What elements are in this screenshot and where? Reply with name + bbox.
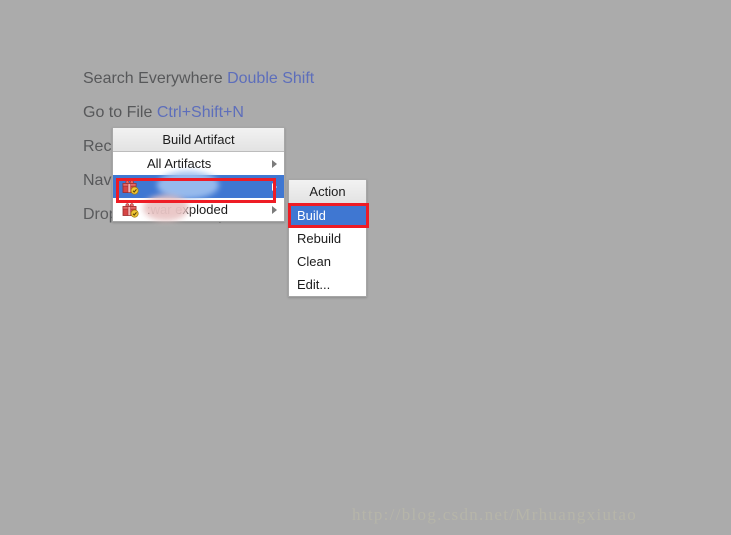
hint-label: Go to File [83,104,153,121]
menu-item-war-exploded[interactable]: :war exploded [113,195,284,221]
menu-item-clean[interactable]: Clean [289,250,366,273]
menu-item-label: Clean [297,254,331,269]
artifact-package-icon [122,178,139,195]
menu-item-rebuild[interactable]: Rebuild [289,227,366,250]
menu-item-label: Edit... [297,277,331,292]
hint-go-to-file: Go to File Ctrl+Shift+N [83,96,503,130]
build-artifact-popup: Build Artifact All Artifacts exploded [112,127,285,222]
menu-item-edit[interactable]: Edit... [289,273,366,296]
action-popup: Action Build Rebuild Clean Edit... [288,179,367,297]
watermark-text: http://blog.csdn.net/Mrhuangxiutao [352,505,638,524]
menu-item-build[interactable]: Build [289,204,366,227]
chevron-right-icon [272,182,277,191]
build-artifact-popup-title: Build Artifact [113,128,284,152]
menu-item-label: Build [297,208,326,223]
artifact-package-icon [122,201,139,218]
chevron-right-icon [272,205,277,214]
action-popup-title: Action [289,180,366,204]
menu-item-label: All Artifacts [147,156,212,171]
hint-label: Search Everywhere [83,70,223,87]
menu-item-artifact-redacted[interactable] [113,171,284,199]
redacted-artifact-name-blur [143,195,189,221]
menu-item-label: Rebuild [297,231,342,246]
hint-shortcut: Ctrl+Shift+N [156,104,244,121]
hint-search-everywhere: Search Everywhere Double Shift [83,62,503,96]
chevron-right-icon [272,159,277,168]
hint-shortcut: Double Shift [227,70,315,87]
